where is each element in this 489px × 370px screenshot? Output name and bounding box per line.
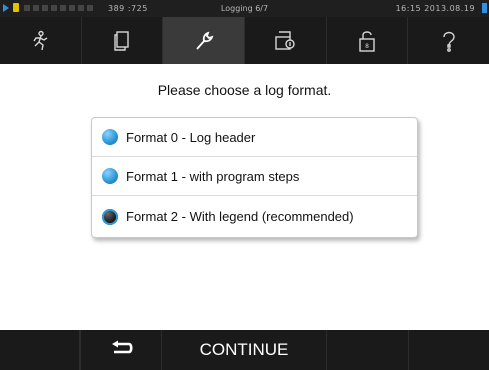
- status-bar: 389 :725 Logging 6/7 16:15 2013.08.19: [0, 0, 489, 17]
- option-label: Format 2 - With legend (recommended): [126, 209, 354, 224]
- option-label: Format 0 - Log header: [126, 129, 256, 145]
- radio-button[interactable]: [102, 168, 118, 184]
- radio-button-selected[interactable]: [102, 208, 118, 225]
- radio-button[interactable]: [102, 129, 118, 145]
- tab-documents[interactable]: [82, 17, 164, 64]
- back-arrow-icon: [112, 340, 133, 354]
- option-format-2[interactable]: Format 2 - With legend (recommended): [92, 196, 417, 237]
- tab-logging[interactable]: [245, 17, 327, 64]
- bottom-empty-slot: [0, 330, 80, 370]
- main-toolbar: 8: [0, 17, 489, 64]
- help-icon: [442, 31, 455, 52]
- log-format-list: Format 0 - Log header Format 1 - with pr…: [91, 117, 418, 238]
- continue-button[interactable]: CONTINUE: [162, 330, 327, 370]
- instruction-text: Please choose a log format.: [157, 82, 332, 98]
- continue-label: CONTINUE: [199, 340, 289, 359]
- lock-icon: 8: [359, 30, 375, 52]
- tab-help[interactable]: [408, 17, 489, 64]
- run-icon: [33, 30, 48, 50]
- bottom-empty-slot: [327, 330, 409, 370]
- svg-text:8: 8: [365, 43, 369, 50]
- tab-setup[interactable]: [163, 17, 246, 64]
- option-format-1[interactable]: Format 1 - with program steps: [92, 157, 417, 196]
- tab-lock[interactable]: 8: [327, 17, 409, 64]
- tab-program[interactable]: [0, 17, 82, 64]
- back-button[interactable]: [80, 330, 162, 370]
- bottom-empty-slot: [409, 330, 489, 370]
- date-time: 16:15 2013.08.19: [395, 4, 475, 13]
- wrench-icon: [195, 31, 214, 50]
- log-print-icon: [275, 30, 296, 50]
- option-format-0[interactable]: Format 0 - Log header: [92, 118, 417, 157]
- status-indicator: [482, 3, 487, 13]
- document-icon: [114, 30, 129, 51]
- bottom-bar: CONTINUE: [0, 330, 489, 370]
- option-label: Format 1 - with program steps: [126, 168, 300, 184]
